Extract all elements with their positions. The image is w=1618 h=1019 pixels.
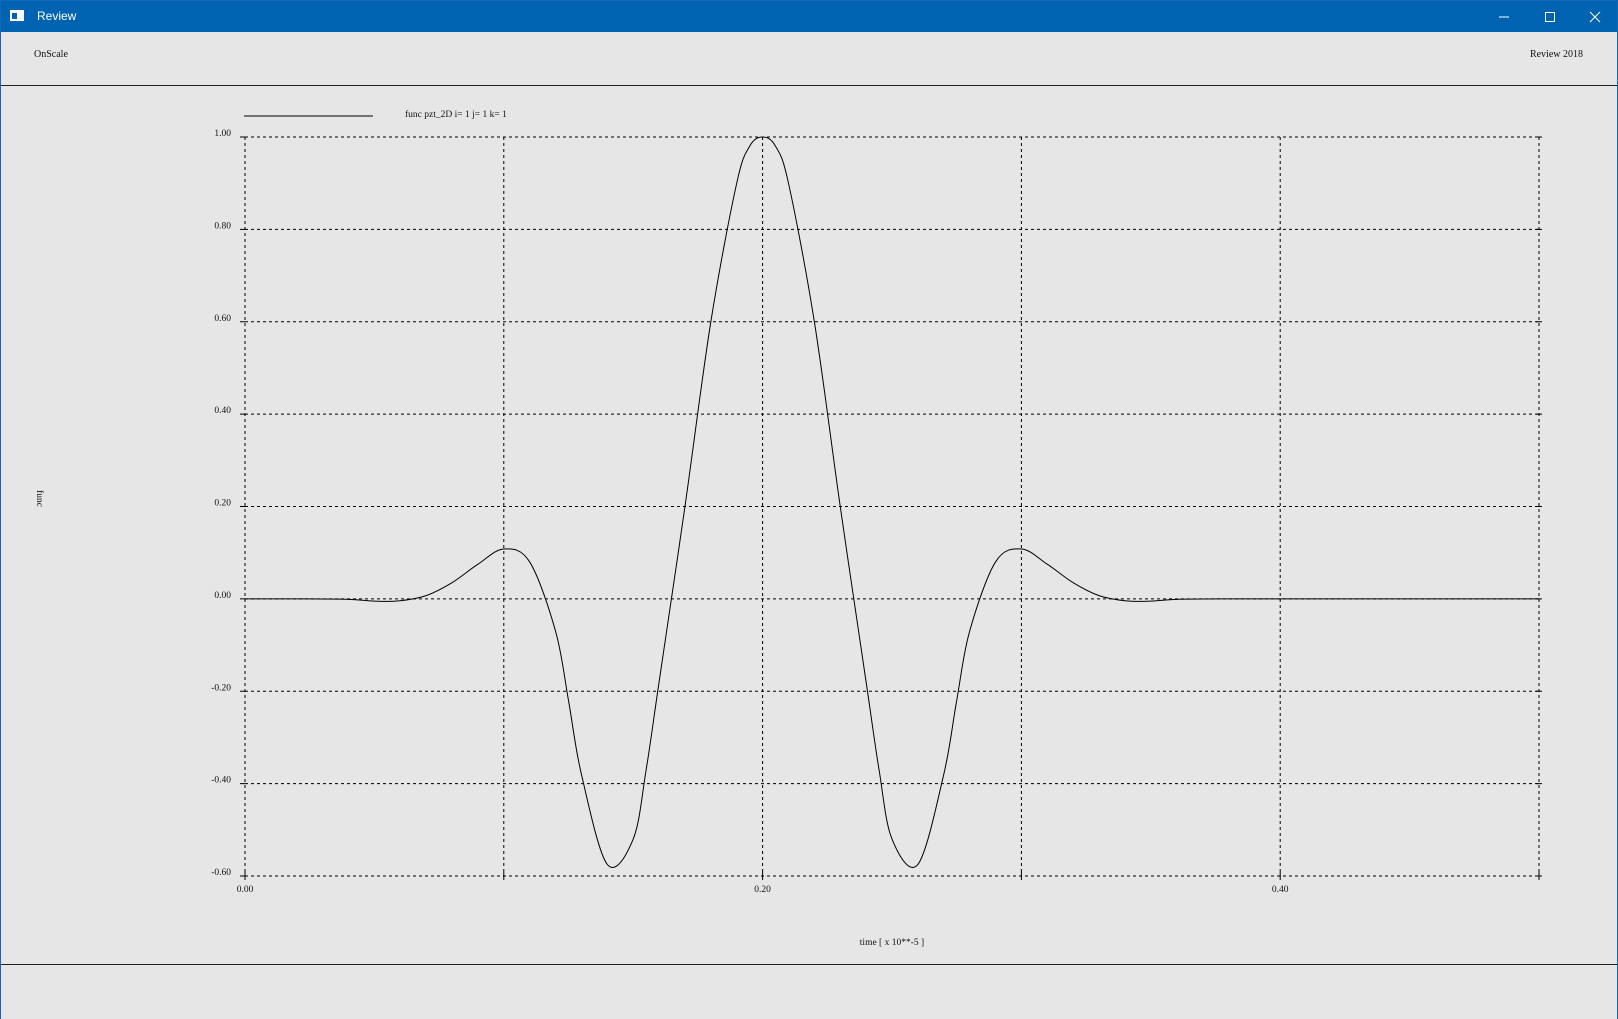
brand-onscale-label: OnScale [34, 49, 68, 60]
window-title: Review [37, 9, 77, 23]
header-area: OnScale Review 2018 [1, 32, 1617, 86]
y-tick-label-2: 0.60 [214, 314, 231, 324]
y-tick-label-6: -0.20 [211, 683, 231, 693]
brand-review-label: Review 2018 [1529, 49, 1583, 60]
y-tick-label-3: 0.40 [214, 406, 231, 416]
y-tick-label-5: 0.00 [214, 591, 231, 601]
review-window: Review OnScale Review 2018 1.00 0.80 0.60 0… [0, 0, 1618, 1019]
y-tick-label-8: -0.60 [211, 868, 231, 878]
app-window-icon [10, 10, 24, 21]
maximize-icon [1544, 11, 1555, 22]
x-tick-label-2: 0.40 [1272, 885, 1289, 895]
minimize-icon [1498, 16, 1509, 17]
y-tick-label-1: 0.80 [214, 221, 231, 231]
title-bar[interactable]: Review [1, 1, 1617, 32]
chart-svg: 1.00 0.80 0.60 0.40 0.20 0.00 -0.20 -0.40 -0.60 0… [34, 109, 1542, 948]
y-tick-label-7: -0.40 [211, 776, 231, 786]
close-icon [1589, 11, 1600, 22]
y-tick-label-4: 0.20 [214, 499, 231, 509]
x-tick-label-0: 0.00 [237, 885, 254, 895]
minimize-button[interactable] [1481, 1, 1526, 32]
x-tick-label-1: 0.20 [754, 885, 771, 895]
legend-label: func pzt_2D i= 1 j= 1 k= 1 [405, 109, 507, 120]
y-axis-label: func [34, 490, 45, 507]
maximize-button[interactable] [1527, 1, 1572, 32]
status-area [1, 965, 1617, 1019]
plot-area: 1.00 0.80 0.60 0.40 0.20 0.00 -0.20 -0.40 -0.60 0… [1, 86, 1617, 965]
series-line-func [244, 136, 1539, 868]
close-button[interactable] [1572, 1, 1617, 32]
x-axis-label: time [ x 10**-5 ] [860, 938, 924, 948]
y-tick-label-0: 1.00 [214, 129, 231, 139]
